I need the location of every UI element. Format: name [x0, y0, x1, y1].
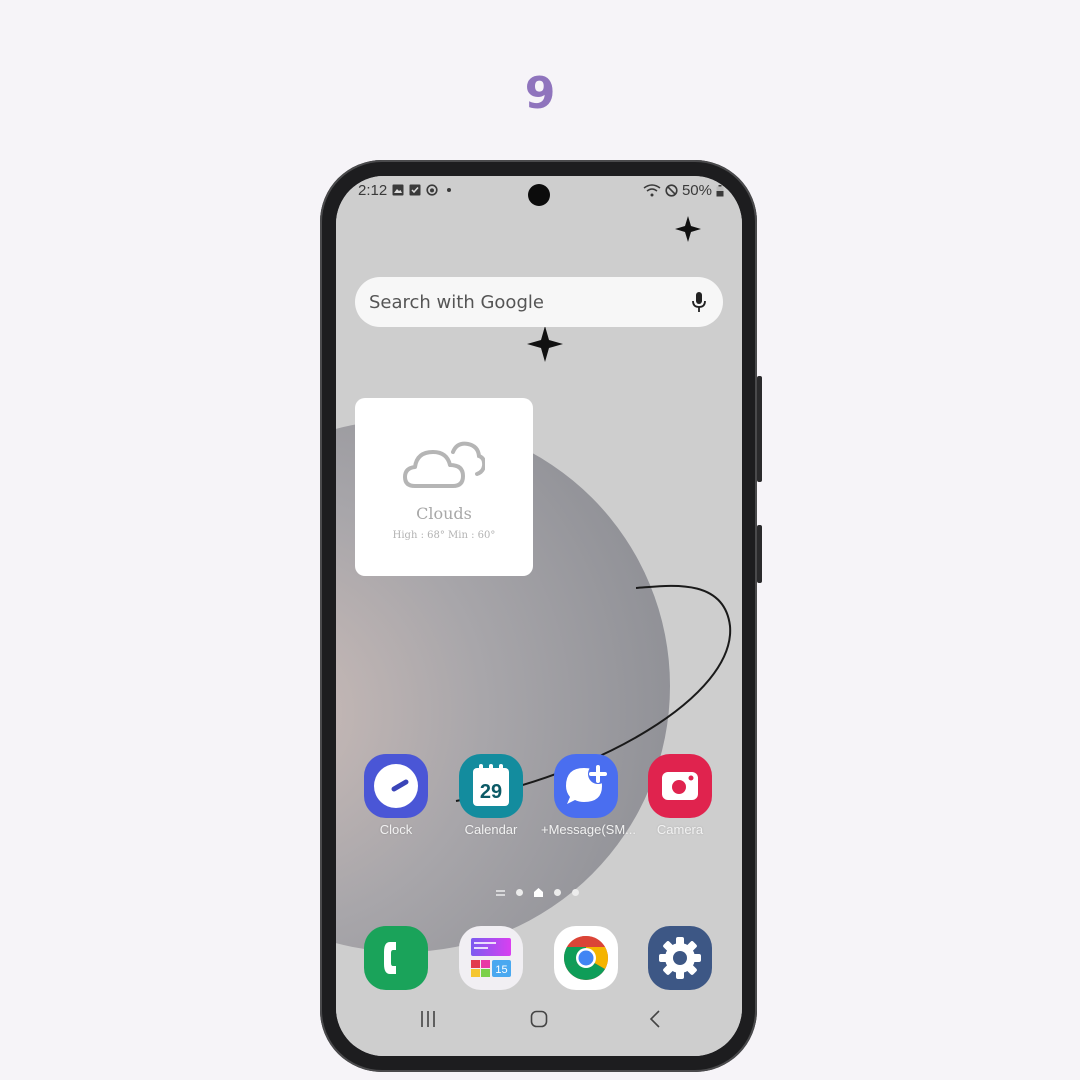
app-clock[interactable]: Clock: [351, 754, 441, 837]
home-screen: 2:12 50% Search with Google Clouds High …: [336, 176, 742, 1056]
dock-theme-widgets[interactable]: 15: [446, 926, 536, 990]
message-plus-icon: [566, 764, 608, 804]
checkbox-icon: [409, 184, 421, 196]
weather-condition: Clouds: [416, 504, 472, 523]
camera-icon: [662, 772, 698, 800]
recent-apps-icon[interactable]: [418, 1010, 438, 1028]
weather-widget[interactable]: Clouds High : 68° Min : 60°: [355, 398, 533, 576]
list-page-icon[interactable]: [496, 889, 505, 897]
navigation-bar: [336, 996, 742, 1056]
status-bar: 2:12 50%: [336, 176, 742, 206]
page-dot[interactable]: [572, 889, 579, 896]
app-label: Calendar: [464, 822, 518, 837]
widgets-icon: 15: [471, 938, 511, 977]
page-dot[interactable]: [554, 889, 561, 896]
app-label: +Message(SM...: [541, 822, 637, 837]
gear-icon: [659, 937, 701, 979]
app-camera[interactable]: Camera: [635, 754, 725, 837]
back-icon[interactable]: [648, 1010, 662, 1028]
search-placeholder: Search with Google: [369, 292, 544, 313]
clock-icon: [374, 764, 418, 808]
app-label: Camera: [656, 822, 704, 837]
chrome-icon: [564, 935, 608, 980]
dock-chrome[interactable]: [541, 926, 631, 990]
power-button: [757, 525, 762, 583]
step-number: 9: [524, 68, 556, 119]
mic-icon[interactable]: [691, 291, 707, 313]
gallery-icon: [392, 184, 404, 196]
dock-settings[interactable]: [635, 926, 725, 990]
dot-icon: [447, 188, 451, 192]
clouds-icon: [403, 441, 485, 488]
sync-icon: [426, 184, 438, 196]
page-dot[interactable]: [516, 889, 523, 896]
do-not-disturb-icon: [665, 184, 678, 197]
dock-phone[interactable]: [351, 926, 441, 990]
wifi-icon: [643, 184, 661, 197]
app-label: Clock: [379, 822, 413, 837]
widgets-badge: 15: [495, 964, 507, 976]
volume-button: [757, 376, 762, 482]
page-indicator[interactable]: [496, 888, 579, 897]
home-icon[interactable]: [530, 1010, 548, 1028]
status-time: 2:12: [358, 182, 388, 199]
phone-icon: [384, 942, 396, 974]
battery-percentage: 50%: [681, 182, 712, 199]
calendar-date: 29: [480, 781, 502, 803]
app-calendar[interactable]: 29 Calendar: [446, 754, 536, 837]
battery-icon: [716, 184, 724, 196]
front-camera: [528, 184, 550, 206]
weather-temps: High : 68° Min : 60°: [392, 530, 496, 541]
home-page-indicator-icon[interactable]: [534, 888, 543, 897]
app-message[interactable]: +Message(SM...: [541, 754, 637, 837]
google-search-bar[interactable]: Search with Google: [355, 277, 723, 327]
calendar-icon: 29: [473, 764, 509, 806]
